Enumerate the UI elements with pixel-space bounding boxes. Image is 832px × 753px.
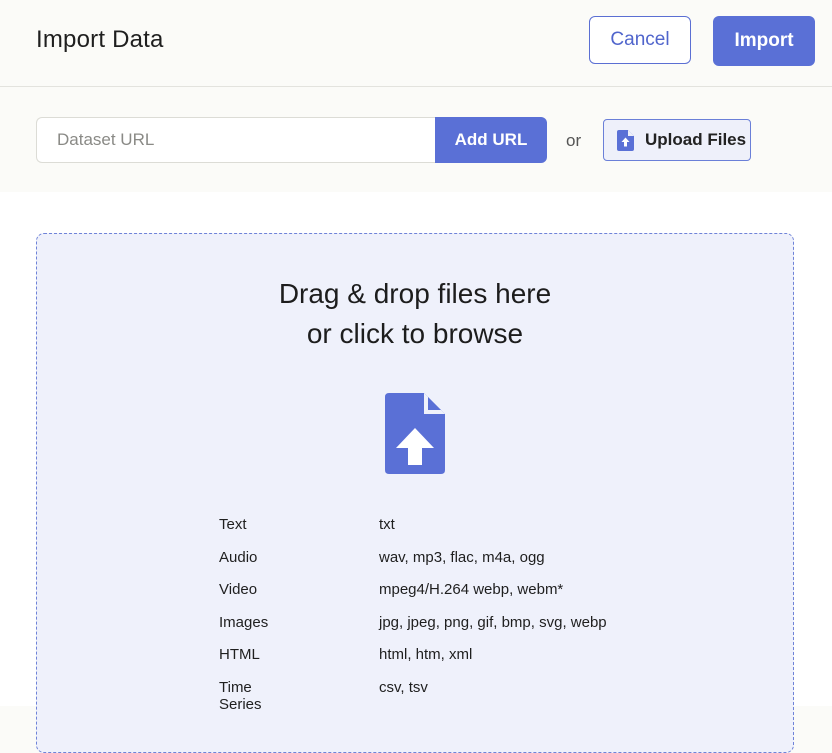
import-button[interactable]: Import xyxy=(713,16,815,66)
file-type-extensions: wav, mp3, flac, m4a, ogg xyxy=(379,548,545,566)
or-separator: or xyxy=(566,131,582,150)
section-divider xyxy=(0,192,832,204)
file-type-extensions: mpeg4/H.264 webp, webm* xyxy=(379,581,564,598)
file-type-category: HTML xyxy=(219,646,260,663)
add-url-button[interactable]: Add URL xyxy=(435,117,547,163)
file-upload-icon xyxy=(617,129,634,151)
file-type-category: Audio xyxy=(219,548,258,566)
dropzone-instruction-line1: Drag & drop files here xyxy=(278,278,552,309)
file-type-extensions: txt xyxy=(379,516,395,533)
dataset-url-input[interactable] xyxy=(36,117,436,163)
dropzone-instruction-line2: or click to browse xyxy=(306,318,524,349)
file-type-extensions: csv, tsv xyxy=(379,678,428,696)
upload-files-button[interactable]: Upload Files xyxy=(603,119,751,161)
page-title: Import Data xyxy=(36,26,164,53)
file-type-category: Video xyxy=(219,581,258,598)
cancel-button[interactable]: Cancel xyxy=(589,16,691,64)
file-type-category: Time Series xyxy=(219,678,262,713)
file-type-category: Text xyxy=(219,516,247,533)
file-dropzone[interactable]: Drag & drop files here or click to brows… xyxy=(36,233,794,753)
main-area: Drag & drop files here or click to brows… xyxy=(0,204,832,753)
file-type-extensions: jpg, jpeg, png, gif, bmp, svg, webp xyxy=(379,613,607,631)
file-type-category: Images xyxy=(219,613,269,631)
file-type-extensions: html, htm, xml xyxy=(379,646,473,663)
modal-header: Import Data Cancel Import xyxy=(0,0,832,87)
file-upload-icon xyxy=(385,393,445,479)
url-import-row: Add URL or Upload Files xyxy=(0,87,832,192)
upload-files-label: Upload Files xyxy=(645,130,747,149)
